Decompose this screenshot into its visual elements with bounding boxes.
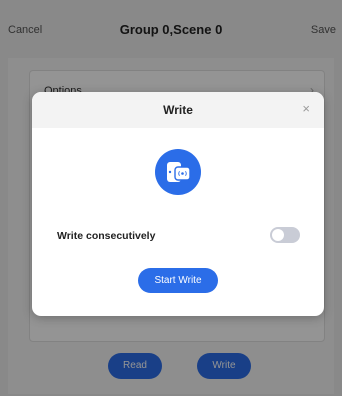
app-window: Cancel Group 0,Scene 0 Save Options › Re… — [0, 0, 342, 396]
dialog-title: Write — [163, 103, 193, 117]
toggle-knob — [272, 229, 284, 241]
dialog-header: Write × — [32, 92, 324, 128]
write-dialog: Write × Write consecutively Start Write — [32, 92, 324, 316]
write-consecutively-toggle[interactable] — [270, 227, 300, 243]
close-icon[interactable]: × — [302, 101, 310, 116]
nfc-tag-icon — [155, 149, 201, 195]
start-write-button[interactable]: Start Write — [138, 268, 218, 293]
write-consecutively-label: Write consecutively — [57, 230, 156, 242]
